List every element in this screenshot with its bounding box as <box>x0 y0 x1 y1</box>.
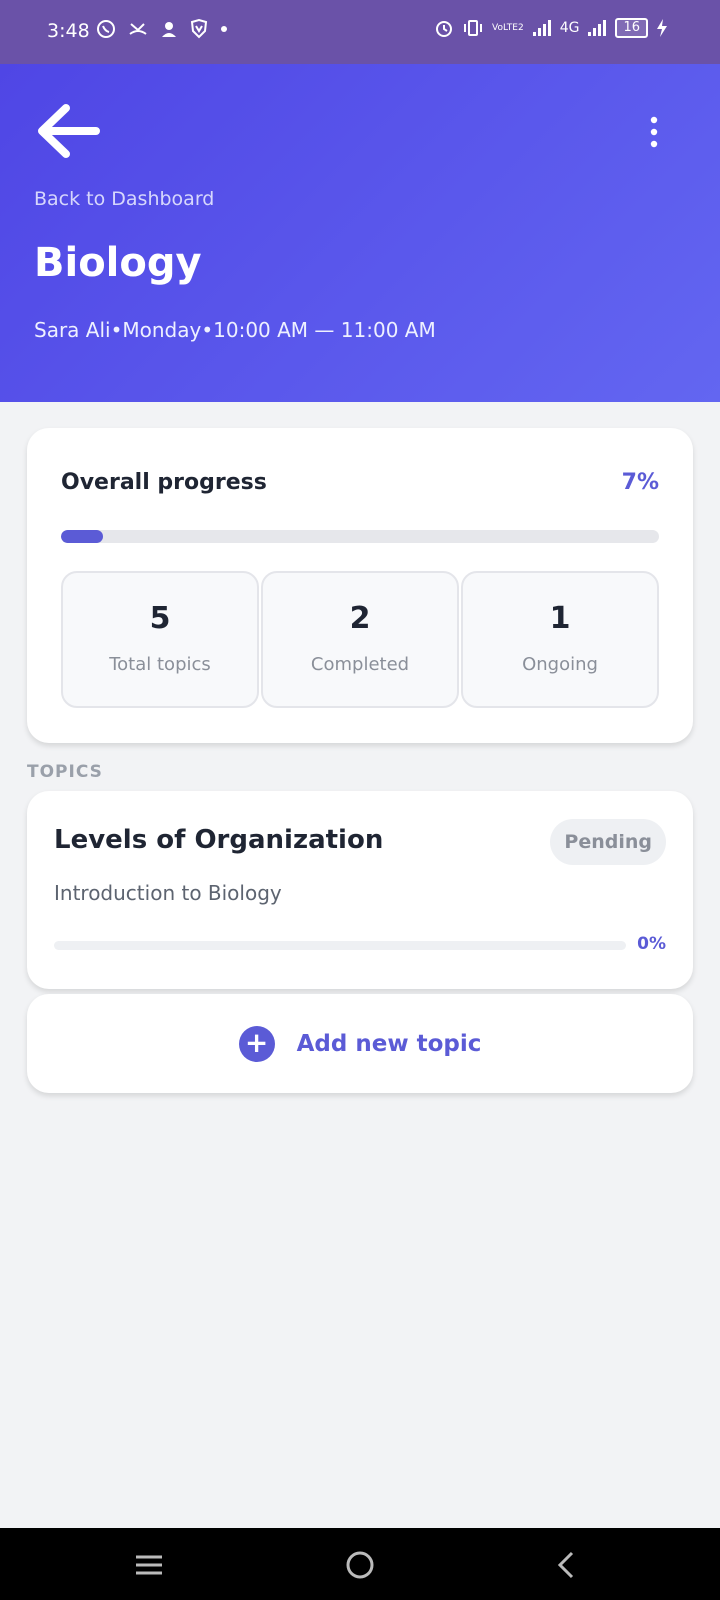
system-indicators: VoLTE2 4G 16 <box>434 18 668 38</box>
topic-card[interactable]: Levels of Organization Pending Introduct… <box>27 791 693 989</box>
notification-icons <box>96 19 228 39</box>
add-topic-label: Add new topic <box>296 1030 482 1057</box>
stat-label: Ongoing <box>522 654 598 675</box>
topic-name: Levels of Organization <box>54 825 384 855</box>
more-options-icon[interactable] <box>648 116 660 148</box>
battery-indicator: 16 <box>615 18 648 38</box>
charging-icon <box>657 19 667 37</box>
home-icon[interactable] <box>343 1548 377 1582</box>
missed-call-icon <box>129 23 147 35</box>
status-badge: Pending <box>550 819 666 865</box>
signal-icon <box>532 20 551 36</box>
progress-label: Overall progress <box>61 470 267 495</box>
dot-icon <box>221 26 227 32</box>
shield-icon <box>190 19 208 39</box>
topic-subtitle: Introduction to Biology <box>54 881 282 905</box>
stat-total-topics: 5 Total topics <box>61 571 259 708</box>
topic-progress-bar <box>54 941 626 950</box>
signal-icon-2 <box>588 20 607 36</box>
progress-bar <box>61 530 659 543</box>
topics-section-title: TOPICS <box>27 762 103 782</box>
whatsapp-icon <box>97 20 115 38</box>
system-nav-bar <box>0 1528 720 1600</box>
stat-label: Completed <box>310 654 410 675</box>
network-label: 4G <box>559 20 580 36</box>
back-nav-icon[interactable] <box>550 1548 584 1582</box>
progress-percent: 7% <box>621 470 659 495</box>
page-title: Biology <box>34 240 202 286</box>
recent-apps-icon[interactable] <box>132 1548 166 1582</box>
plus-circle-icon: + <box>238 1025 275 1062</box>
alarm-icon <box>436 21 453 37</box>
stat-ongoing: 1 Ongoing <box>461 571 659 708</box>
add-topic-content: + Add new topic <box>27 994 693 1093</box>
volte-label: VoLTE2 <box>492 23 524 33</box>
back-arrow-icon[interactable] <box>32 98 104 164</box>
person-icon <box>162 22 176 37</box>
stat-label: Total topics <box>109 654 211 675</box>
progress-bar-fill <box>61 530 103 543</box>
stat-value: 1 <box>549 601 571 636</box>
stat-value: 5 <box>149 601 171 636</box>
class-meta: Sara Ali•Monday•10:00 AM — 11:00 AM <box>34 318 436 342</box>
vibrate-icon <box>464 20 483 36</box>
status-bar: 3:48 VoLTE2 4G 16 <box>0 0 720 64</box>
back-to-dashboard-link[interactable]: Back to Dashboard <box>34 188 214 210</box>
status-time: 3:48 <box>47 20 90 42</box>
stats-row: 5 Total topics 2 Completed 1 Ongoing <box>61 571 659 708</box>
stat-completed: 2 Completed <box>261 571 459 708</box>
overall-progress-card: Overall progress 7% 5 Total topics 2 Com… <box>27 428 693 743</box>
stat-value: 2 <box>349 601 371 636</box>
subject-header: Back to Dashboard Biology Sara Ali•Monda… <box>0 64 720 402</box>
topic-progress-percent: 0% <box>637 934 666 954</box>
add-new-topic-button[interactable]: + Add new topic <box>27 994 693 1093</box>
